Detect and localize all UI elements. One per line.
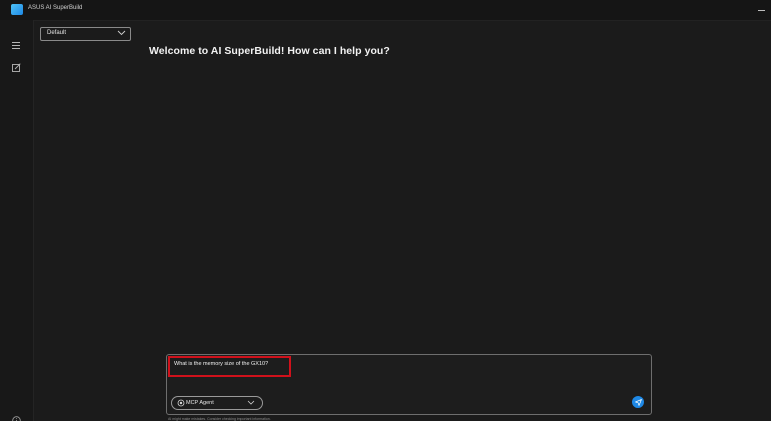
model-selector-value: Default bbox=[47, 30, 67, 36]
hamburger-menu-icon bbox=[12, 41, 20, 49]
model-selector[interactable]: Default bbox=[40, 27, 131, 41]
send-button[interactable] bbox=[632, 396, 644, 408]
title-bar: ASUS AI SuperBuild bbox=[0, 0, 771, 21]
app-logo-icon bbox=[11, 4, 23, 15]
new-chat-icon bbox=[11, 62, 21, 72]
prompt-input[interactable]: What is the memory size of the GX10? bbox=[174, 361, 268, 367]
welcome-heading: Welcome to AI SuperBuild! How can I help… bbox=[149, 45, 390, 57]
minimize-button[interactable] bbox=[756, 3, 768, 15]
send-icon bbox=[634, 398, 642, 406]
disclaimer-text: AI might make mistakes. Consider checkin… bbox=[168, 417, 271, 421]
chevron-down-icon bbox=[247, 400, 255, 405]
window-title: ASUS AI SuperBuild bbox=[28, 5, 83, 11]
info-button[interactable] bbox=[12, 412, 21, 421]
new-chat-button[interactable] bbox=[8, 59, 24, 75]
sidebar bbox=[0, 20, 34, 421]
agent-selector-label: MCP Agent bbox=[186, 400, 214, 406]
agent-icon bbox=[177, 399, 185, 407]
chevron-down-icon bbox=[117, 30, 126, 36]
info-icon bbox=[12, 416, 21, 421]
agent-selector[interactable]: MCP Agent bbox=[171, 396, 263, 410]
menu-button[interactable] bbox=[8, 37, 24, 53]
app-window: ASUS AI SuperBuild Default Welcome to AI… bbox=[0, 0, 771, 421]
